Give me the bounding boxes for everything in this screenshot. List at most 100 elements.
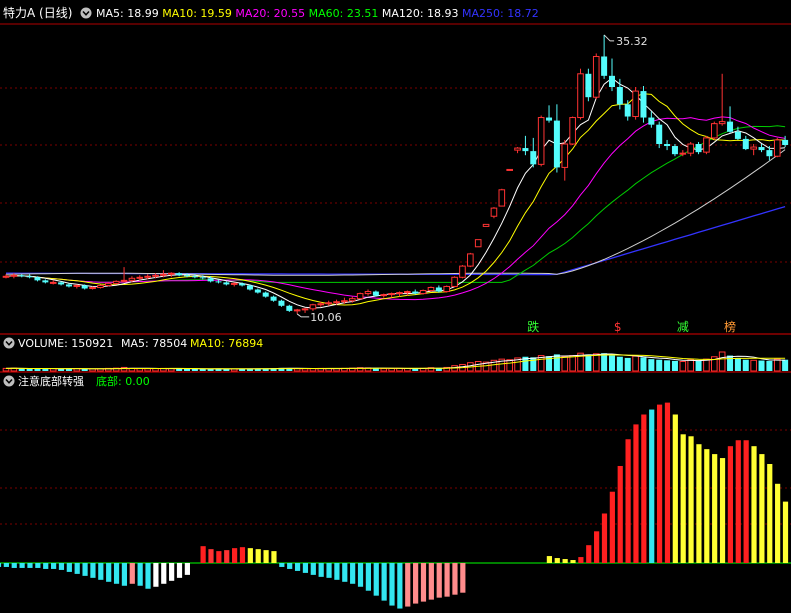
candle-body <box>530 151 537 165</box>
volume-bar <box>773 358 781 372</box>
candle-body <box>34 277 41 281</box>
indicator-bar <box>633 424 639 563</box>
candle-body <box>553 120 560 168</box>
signal-markers: 跌 $ 减 榜 <box>527 319 736 334</box>
indicator-bar <box>66 563 72 572</box>
volume-bar <box>727 355 734 371</box>
candle-body <box>2 275 10 278</box>
volume-bar <box>26 368 33 371</box>
indicator-bar <box>641 414 647 563</box>
candle-body <box>522 148 529 152</box>
indicator-bar <box>381 563 387 601</box>
indicator-bar <box>696 444 702 563</box>
indicator-bar <box>397 563 403 609</box>
candle-body <box>577 73 584 119</box>
volume-bar <box>648 359 655 371</box>
volume-bar <box>569 355 576 372</box>
ma-legend: MA5: 18.99 MA10: 19.59 MA20: 20.55 MA60:… <box>96 7 539 20</box>
indicator-bar <box>35 563 41 568</box>
volume-collapse-icon[interactable] <box>3 337 15 349</box>
candle-body <box>396 292 403 295</box>
indicator-bar <box>664 402 671 563</box>
indicator-bar <box>74 563 80 574</box>
indicator-bar <box>735 440 741 563</box>
indicator-bar <box>271 551 277 563</box>
volume-bar <box>380 368 388 372</box>
candle-body <box>270 296 277 301</box>
candle-body <box>592 55 600 98</box>
indicator-bar <box>562 559 568 563</box>
candle-body <box>585 73 592 98</box>
candle-body <box>128 277 136 281</box>
indicator-bar <box>0 563 2 567</box>
candle-body <box>42 280 49 283</box>
indicator-bar <box>743 440 749 563</box>
candle-body <box>301 308 309 311</box>
candle-body <box>317 303 325 306</box>
candle-body <box>664 144 671 147</box>
candle-body <box>632 90 639 118</box>
candle-body <box>167 272 175 275</box>
candle-body <box>325 302 332 305</box>
volume-bar <box>632 355 639 372</box>
candle-body <box>601 56 608 76</box>
indicator-bar <box>161 563 167 584</box>
volume-bar <box>388 368 395 372</box>
candle-body <box>546 117 553 121</box>
signal-marker: 减 <box>677 320 689 334</box>
candle-body <box>278 300 285 306</box>
candle-body <box>679 152 687 155</box>
volume-bar <box>734 357 741 371</box>
candle-body <box>341 300 348 303</box>
indicator-bar <box>145 563 151 589</box>
indicator-plot[interactable] <box>0 402 791 609</box>
candle-body <box>648 117 655 125</box>
candle-body <box>443 285 451 293</box>
indicator-bar <box>310 563 316 575</box>
candle-body <box>97 284 104 288</box>
indicator-bar <box>727 446 734 563</box>
volume-plot[interactable] <box>2 351 789 372</box>
indicator-bar <box>452 563 458 595</box>
indicator-collapse-icon[interactable] <box>3 375 15 387</box>
volume-bar <box>640 357 647 371</box>
indicator-bar <box>586 545 592 563</box>
candle-body <box>388 293 395 296</box>
candle-body <box>372 291 379 296</box>
volume-bar <box>301 368 309 372</box>
candle-body <box>152 274 159 277</box>
indicator-bar <box>90 563 96 578</box>
indicator-bar <box>208 549 214 563</box>
stock-chart-canvas[interactable]: 特力A (日线) MA5: 18.99 MA10: 19.59 MA20: 20… <box>0 0 791 613</box>
volume-bar <box>561 356 569 372</box>
candle-body <box>26 276 33 278</box>
volume-bar <box>18 368 25 371</box>
volume-bar <box>718 351 726 372</box>
volume-bar <box>601 353 608 371</box>
indicator-bar <box>601 513 608 563</box>
candle-body <box>561 143 569 168</box>
volume-ma5-label: MA5: 78504 <box>121 337 187 350</box>
main-collapse-icon[interactable] <box>80 7 92 19</box>
signal-marker: $ <box>614 320 622 334</box>
candle-body <box>482 223 490 227</box>
candle-body <box>656 124 663 144</box>
candle-body <box>49 281 57 284</box>
volume-bar <box>530 357 537 371</box>
indicator-bar <box>389 563 395 606</box>
volume-bar <box>624 357 631 371</box>
candle-body <box>356 293 364 300</box>
indicator-bar <box>334 563 340 580</box>
candle-body <box>65 284 72 287</box>
candle-body <box>734 131 741 139</box>
high-price-label: 35.32 <box>616 35 648 48</box>
indicator-bar <box>365 563 371 591</box>
high-price-pointer <box>603 34 615 42</box>
candle-body <box>184 275 191 277</box>
indicator-bar <box>759 454 765 563</box>
indicator-bar <box>578 557 584 563</box>
indicator-bar <box>176 563 183 578</box>
candle-body <box>718 121 726 125</box>
candlestick-plot[interactable] <box>2 34 789 318</box>
indicator-bar <box>255 549 261 563</box>
